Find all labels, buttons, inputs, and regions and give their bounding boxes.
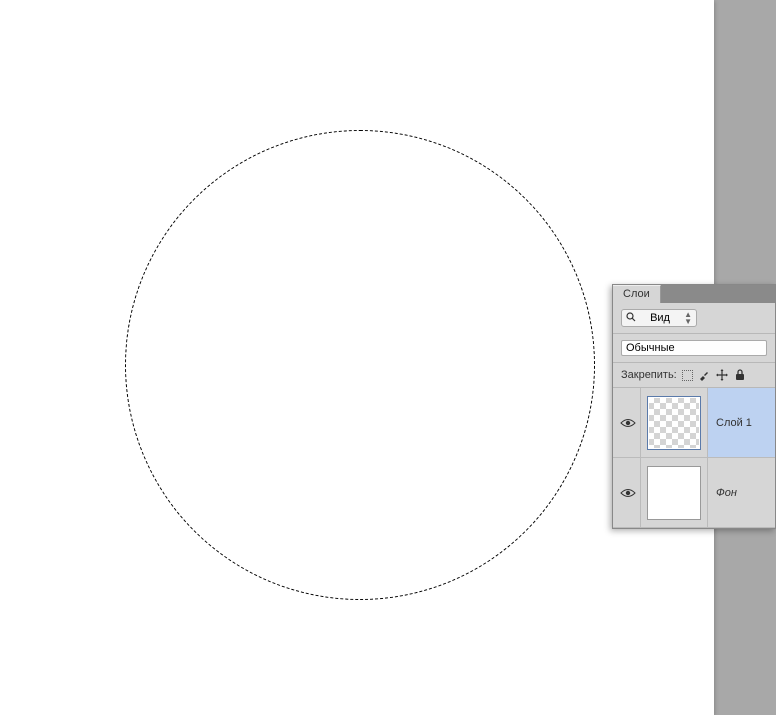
lock-row: Закрепить:	[613, 363, 775, 388]
lock-transparency-icon[interactable]	[682, 370, 693, 381]
filter-dropdown[interactable]: Вид ▲▼	[621, 309, 697, 327]
canvas[interactable]	[0, 0, 714, 715]
layers-list: Слой 1 Фон	[613, 388, 775, 528]
layer-name[interactable]: Слой 1	[708, 388, 775, 457]
layer-thumbnail-cell	[641, 458, 708, 527]
visibility-toggle[interactable]	[613, 458, 641, 527]
layer-row[interactable]: Фон	[613, 458, 775, 528]
eye-icon	[620, 488, 634, 498]
layer-row[interactable]: Слой 1	[613, 388, 775, 458]
blend-mode-row: Обычные	[613, 334, 775, 363]
blend-mode-dropdown[interactable]: Обычные	[621, 340, 767, 356]
filter-row: Вид ▲▼	[613, 303, 775, 334]
lock-label: Закрепить:	[621, 369, 677, 381]
eye-icon	[620, 418, 634, 428]
search-icon	[626, 312, 636, 325]
filter-label: Вид	[650, 312, 670, 324]
lock-all-icon[interactable]	[733, 368, 747, 382]
tab-layers[interactable]: Слои	[613, 285, 661, 303]
lock-position-icon[interactable]	[715, 368, 729, 382]
dropdown-arrows-icon: ▲▼	[684, 311, 692, 325]
layer-thumbnail-cell	[641, 388, 708, 457]
marquee-selection-circle	[125, 130, 595, 600]
lock-paint-icon[interactable]	[697, 368, 711, 382]
lock-icons-group	[682, 368, 747, 382]
blend-mode-label: Обычные	[626, 342, 675, 354]
layer-name[interactable]: Фон	[708, 458, 775, 527]
panel-tab-bar: Слои	[613, 285, 775, 303]
layer-thumbnail-white[interactable]	[647, 466, 701, 520]
layer-thumbnail-transparent[interactable]	[647, 396, 701, 450]
layers-panel: Слои Вид ▲▼ Обычные Закрепить:	[612, 284, 776, 529]
visibility-toggle[interactable]	[613, 388, 641, 457]
